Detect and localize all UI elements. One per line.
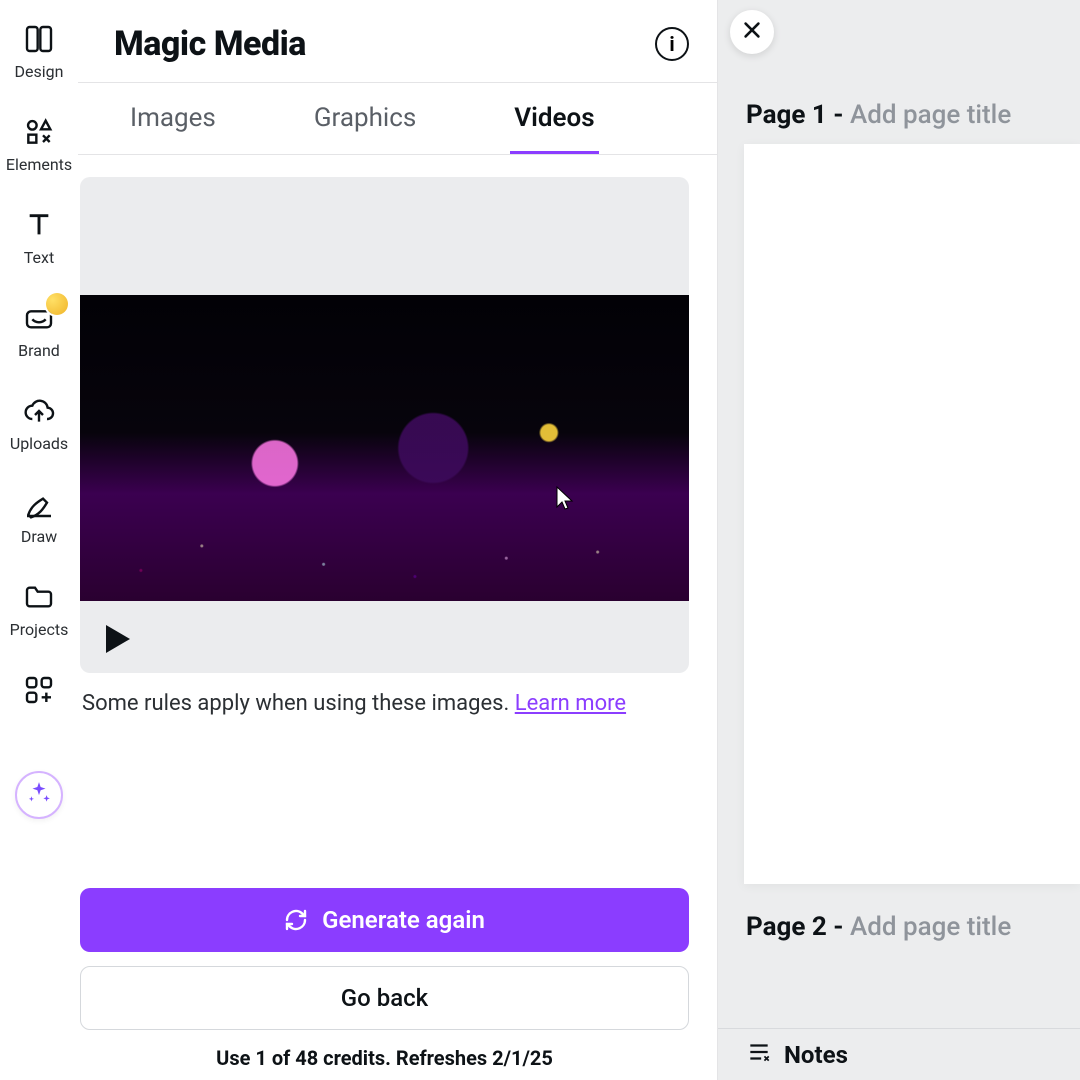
editor-canvas-area: Page 1 - Add page title Page 2 - Add pag…: [718, 0, 1080, 1080]
magic-fab[interactable]: [15, 771, 63, 819]
page-2-block: Page 2 - Add page title: [718, 884, 1080, 956]
panel-footer: Generate again Go back Use 1 of 48 credi…: [78, 872, 717, 1080]
tool-elements[interactable]: Elements: [0, 115, 78, 174]
notes-icon: [746, 1039, 772, 1071]
tool-label: Uploads: [10, 434, 68, 453]
tool-text[interactable]: Text: [0, 208, 78, 267]
generate-again-button[interactable]: Generate again: [80, 888, 689, 952]
results-scroll[interactable]: Some rules apply when using these images…: [78, 155, 717, 872]
tool-draw[interactable]: Draw: [0, 487, 78, 546]
tab-images[interactable]: Images: [126, 97, 220, 154]
info-button[interactable]: i: [655, 27, 689, 61]
close-icon: [741, 19, 763, 45]
usage-disclaimer: Some rules apply when using these images…: [80, 673, 689, 720]
page-1-title-placeholder[interactable]: Add page title: [850, 100, 1011, 130]
tool-projects[interactable]: Projects: [0, 580, 78, 639]
info-icon: i: [669, 32, 674, 56]
tool-uploads[interactable]: Uploads: [0, 394, 78, 453]
tool-brand[interactable]: Brand: [0, 301, 78, 360]
premium-badge-icon: [46, 293, 68, 315]
refresh-icon: [284, 908, 308, 932]
cursor-icon: [555, 485, 575, 511]
sparkle-icon: [26, 780, 52, 810]
tool-label: Text: [24, 248, 54, 267]
go-back-label: Go back: [341, 984, 428, 1012]
shapes-icon: [22, 115, 56, 149]
page-2-label[interactable]: Page 2 - Add page title: [718, 884, 1080, 956]
panel-title: Magic Media: [114, 24, 306, 64]
layout-icon: [22, 22, 56, 56]
tool-rail: Design Elements Text Brand Uploads Draw: [0, 0, 78, 1080]
notes-toggle[interactable]: Notes: [718, 1028, 1080, 1080]
folder-icon: [22, 580, 56, 614]
apps-grid-icon: [22, 673, 56, 707]
page-1-block: Page 1 - Add page title: [718, 0, 1080, 884]
tool-design[interactable]: Design: [0, 22, 78, 81]
pencil-icon: [22, 487, 56, 521]
tool-label: Elements: [6, 155, 72, 174]
tab-videos[interactable]: Videos: [510, 97, 598, 154]
tool-label: Design: [15, 62, 64, 81]
tool-label: Brand: [18, 341, 60, 360]
page-2-prefix: Page 2 -: [746, 912, 850, 942]
cloud-upload-icon: [22, 394, 56, 428]
page-2-title-placeholder[interactable]: Add page title: [850, 912, 1011, 942]
notes-label: Notes: [784, 1041, 848, 1069]
tabs: Images Graphics Videos: [78, 83, 717, 155]
page-1-canvas[interactable]: [744, 144, 1080, 884]
tool-apps[interactable]: [0, 673, 78, 707]
learn-more-link[interactable]: Learn more: [515, 691, 626, 716]
page-1-label[interactable]: Page 1 - Add page title: [718, 0, 1080, 144]
credits-text: Use 1 of 48 credits. Refreshes 2/1/25: [80, 1044, 689, 1070]
generate-again-label: Generate again: [322, 906, 485, 934]
brand-icon: [22, 301, 56, 335]
page-1-prefix: Page 1 -: [746, 100, 850, 130]
tab-graphics[interactable]: Graphics: [310, 97, 420, 154]
magic-media-panel: Magic Media i Images Graphics Videos: [78, 0, 718, 1080]
tool-label: Draw: [21, 527, 57, 546]
video-thumbnail[interactable]: [80, 295, 689, 601]
panel-header: Magic Media i: [78, 0, 717, 82]
play-button[interactable]: [106, 625, 130, 653]
text-icon: [22, 208, 56, 242]
close-panel-button[interactable]: [730, 10, 774, 54]
tool-label: Projects: [10, 620, 69, 639]
go-back-button[interactable]: Go back: [80, 966, 689, 1030]
video-result-card[interactable]: [80, 177, 689, 673]
